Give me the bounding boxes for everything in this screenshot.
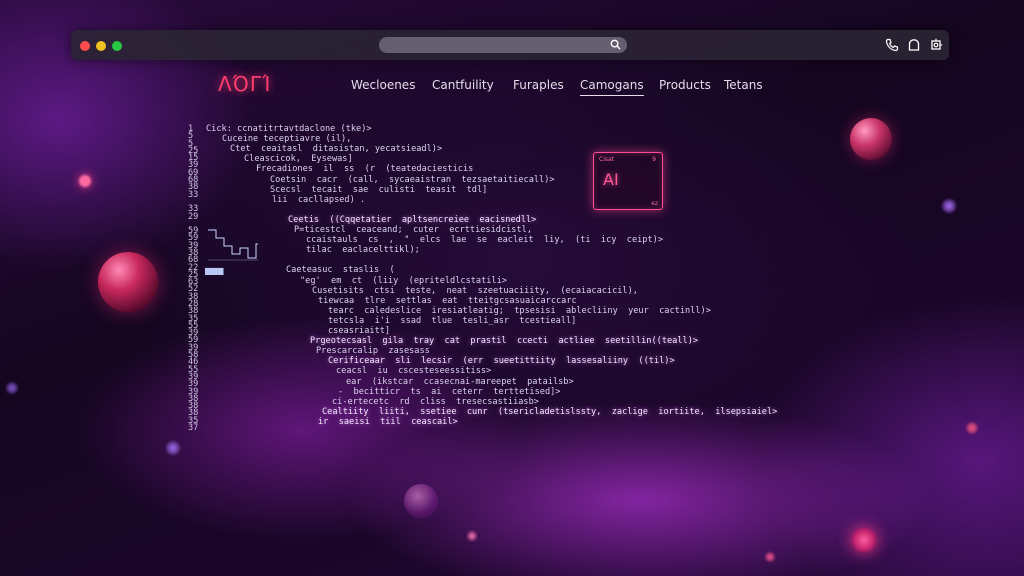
code-line: Cick: ccnatitrtavtdaclone (tke)> — [206, 124, 372, 134]
step-line — [208, 229, 258, 259]
line-number: 29 — [188, 211, 199, 222]
code-line: tearc caledeslice iresiatleatig; tpsesis… — [328, 305, 711, 316]
site-logo[interactable]: ΛΌΓΊ — [218, 72, 271, 96]
code-line: Coetsin cacr (call, sycaeaistran tezsaet… — [270, 174, 555, 185]
code-line: Prgeotecsasl gila tray cat prastil ccect… — [310, 336, 699, 347]
code-line: ear (ikstcar ccasecnai-mareepet patailsb… — [346, 376, 574, 387]
minimize-window-button[interactable] — [96, 41, 106, 51]
code-line: ir saeisi tiil ceascail> — [318, 416, 458, 427]
code-line: Cusetisits ctsi teste, neat szeetuaciiit… — [312, 285, 638, 296]
code-line: lii cacllapsed) . — [272, 194, 366, 205]
bottom-orb — [404, 484, 438, 518]
code-line: tilac eaclacelttikl); — [306, 245, 420, 256]
bokeh-dot — [467, 531, 477, 541]
phone-icon[interactable] — [885, 38, 899, 52]
ai-badge-footer: ez — [651, 200, 658, 207]
search-icon[interactable] — [610, 39, 621, 50]
code-line: Cealtiity liiti, ssetiee cunr (tsericlad… — [322, 406, 778, 417]
nav-item-wecloenes[interactable]: Wecloenes — [351, 78, 415, 92]
code-line: Cuceine teceptiavre (il), — [222, 134, 352, 145]
code-line: Frecadiones il ss (r (teatedaciesticis — [256, 164, 474, 175]
code-line: Scecsl tecait sae culisti teasit tdl] — [270, 184, 488, 195]
right-orb — [850, 118, 892, 160]
bokeh-dot — [79, 175, 91, 187]
nav-item-camogans[interactable]: Camogans — [580, 78, 644, 96]
nav-item-cantfuility[interactable]: Cantfuility — [432, 78, 494, 92]
code-line: ceacsl iu cscesteseessitiss> — [336, 366, 492, 377]
ai-badge-label: AI — [603, 170, 619, 189]
address-bar[interactable] — [379, 37, 627, 53]
code-line: Caeteasuc staslis ( — [286, 265, 395, 276]
nav-item-tetans[interactable]: Tetans — [724, 78, 763, 92]
ai-badge[interactable]: Cisat 9 AI ez — [593, 152, 663, 210]
code-line: tetcsla i'i ssad tlue tesli_asr tcestiea… — [328, 315, 577, 326]
left-orb — [98, 252, 158, 312]
line-number: 33 — [188, 189, 199, 200]
maximize-window-button[interactable] — [112, 41, 122, 51]
code-line: Prescarcalip zasesass — [316, 346, 430, 357]
profile-icon[interactable] — [907, 38, 921, 52]
browser-toolbar — [71, 30, 949, 60]
ai-badge-number: 9 — [652, 156, 656, 163]
code-line: P=ticestcl ceaceand; cuter ecrttiesidcis… — [294, 225, 532, 235]
code-line: tiewcaa tlre settlas eat tteitgcsasuaica… — [318, 295, 577, 306]
settings-icon[interactable] — [929, 38, 943, 52]
bokeh-dot — [765, 552, 775, 562]
bokeh-dot — [6, 382, 18, 394]
code-line: Ctet ceaitasl ditasistan, yecatsieadl)> — [230, 144, 443, 155]
code-line: Cleascicok, Eysewas] — [244, 154, 353, 165]
code-line: Ceetis ((Cqqetatier apltsencreiee eacisn… — [288, 214, 537, 225]
code-line: ci-ertecetc rd cliss tresecsastiiasb> — [332, 396, 539, 407]
line-number: 37 — [188, 422, 199, 433]
nav-item-products[interactable]: Products — [659, 78, 711, 92]
code-line: cseasriaitt] — [328, 326, 391, 336]
nav-item-furaples[interactable]: Furaples — [513, 78, 564, 92]
bokeh-dot — [966, 422, 978, 434]
mini-bar-glyphs: ▆▆▆ — [205, 266, 224, 275]
bokeh-dot — [852, 528, 876, 552]
code-line: ccaistauls cs , " elcs lae se eacleit li… — [306, 235, 663, 246]
bokeh-dot — [166, 441, 180, 455]
ai-badge-caption: Cisat — [599, 156, 615, 163]
code-line: "eg' em ct (liiy (epriteldlcstatili> — [300, 275, 507, 286]
bokeh-dot — [942, 199, 956, 213]
close-window-button[interactable] — [80, 41, 90, 51]
mini-step-chart — [208, 229, 258, 261]
code-line: Cerificeaar sli lecsir (err sueetittiity… — [328, 356, 675, 367]
code-line: - becitticr ts ai ceterr terttetised]> — [338, 386, 561, 397]
